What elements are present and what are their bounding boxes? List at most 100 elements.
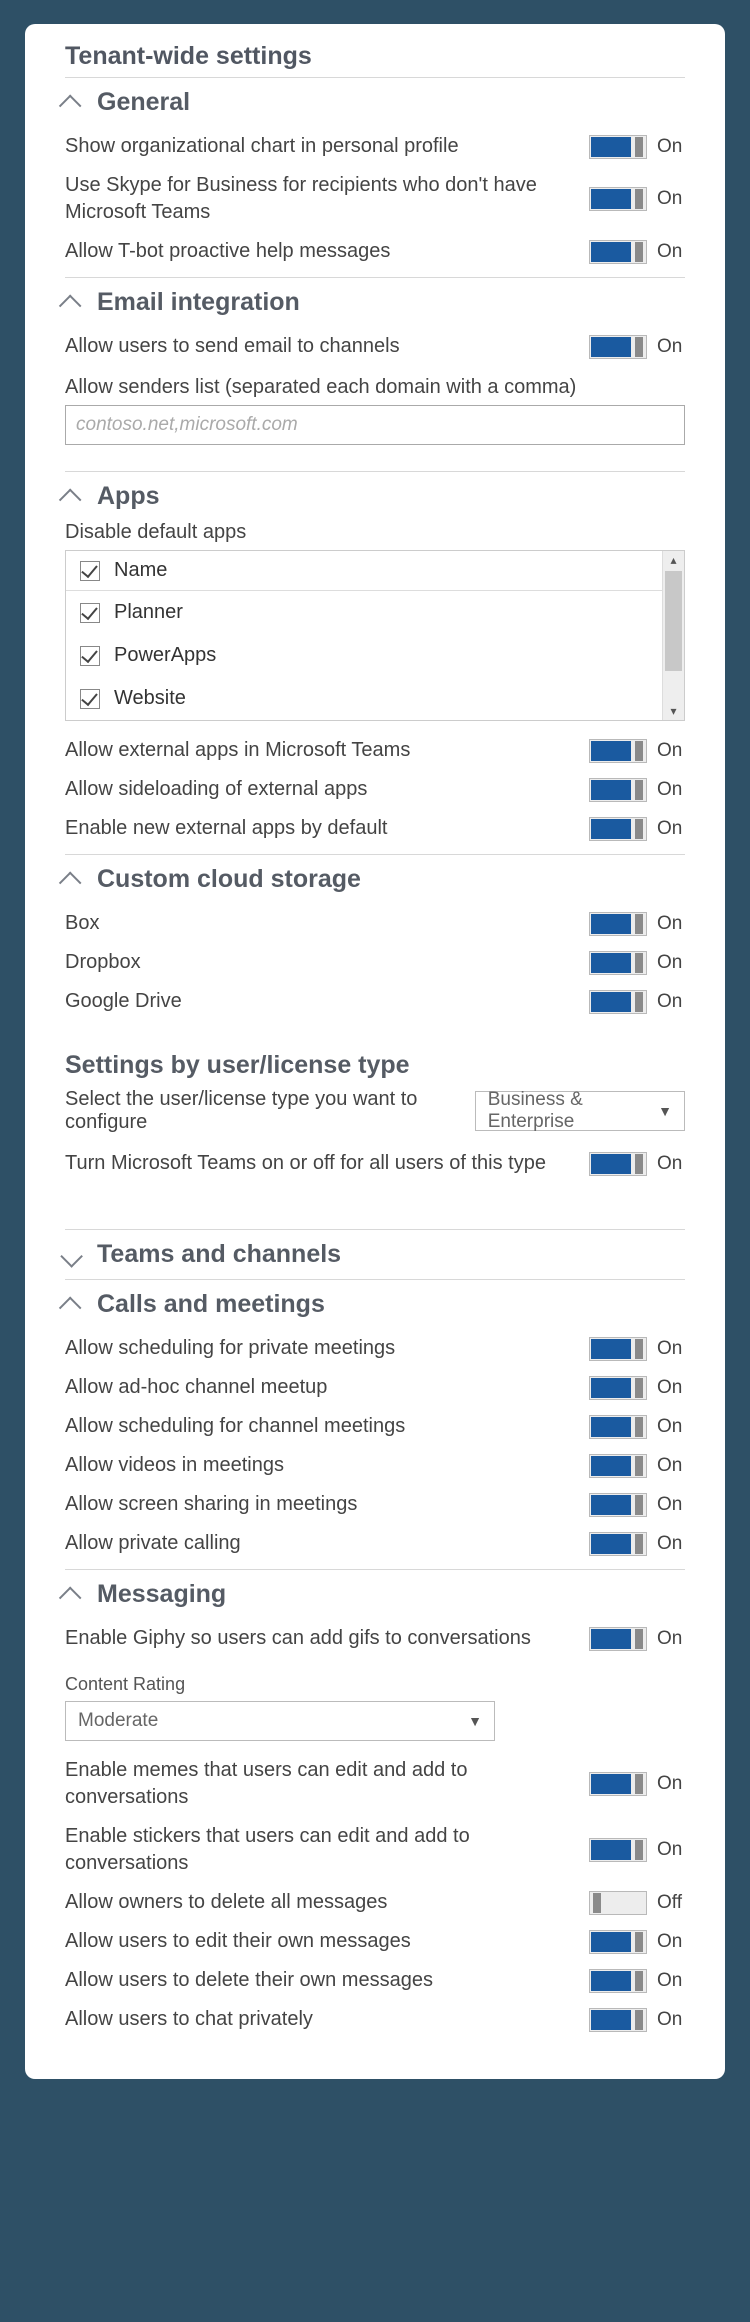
apps-scrollbar[interactable]: ▴ ▾ (662, 551, 684, 720)
setting-label: Enable Giphy so users can add gifs to co… (65, 1625, 569, 1652)
setting-row: Allow users to edit their own messagesOn (65, 1922, 685, 1961)
setting-row: Enable memes that users can edit and add… (65, 1751, 685, 1817)
toggle-state-text: On (657, 1628, 685, 1650)
toggle-group: On (589, 1838, 685, 1862)
section-email-header[interactable]: Email integration (65, 288, 685, 317)
toggle-switch[interactable] (589, 1772, 647, 1796)
toggle-switch[interactable] (589, 1152, 647, 1176)
toggle-group: On (589, 1376, 685, 1400)
section-apps: Apps Disable default apps Name ▴ ▾ Plann… (65, 471, 685, 848)
content-rating-label: Content Rating (65, 1674, 685, 1695)
toggle-switch[interactable] (589, 1493, 647, 1517)
toggle-switch[interactable] (589, 951, 647, 975)
apps-name-header: Name (114, 559, 167, 582)
app-checkbox[interactable] (80, 689, 100, 709)
toggle-state-text: On (657, 336, 685, 358)
toggle-switch[interactable] (589, 990, 647, 1014)
toggle-switch[interactable] (589, 1969, 647, 1993)
section-bytype-body: Turn Microsoft Teams on or off for all u… (65, 1144, 685, 1183)
license-type-select[interactable]: Business & Enterprise ▼ (475, 1091, 685, 1131)
app-checkbox[interactable] (80, 646, 100, 666)
toggle-group: On (589, 1969, 685, 1993)
toggle-state-text: On (657, 1494, 685, 1516)
app-name: Planner (114, 601, 183, 624)
section-storage-header[interactable]: Custom cloud storage (65, 865, 685, 894)
setting-label: Allow ad-hoc channel meetup (65, 1374, 569, 1401)
toggle-switch[interactable] (589, 135, 647, 159)
setting-row: Allow screen sharing in meetingsOn (65, 1485, 685, 1524)
toggle-switch[interactable] (589, 1891, 647, 1915)
section-teams-header[interactable]: Teams and channels (65, 1240, 685, 1269)
toggle-group: Off (589, 1891, 685, 1915)
toggle-switch[interactable] (589, 1838, 647, 1862)
app-name: PowerApps (114, 644, 216, 667)
toggle-switch[interactable] (589, 1376, 647, 1400)
section-teams: Teams and channels (65, 1229, 685, 1269)
content-rating-select[interactable]: Moderate ▼ (65, 1701, 495, 1741)
toggle-group: On (589, 187, 685, 211)
setting-row: BoxOn (65, 904, 685, 943)
section-apps-toggle-body: Allow external apps in Microsoft Teams On… (65, 731, 685, 848)
setting-row: Enable stickers that users can edit and … (65, 1817, 685, 1883)
app-list-row: Planner (66, 591, 684, 634)
setting-label: Allow owners to delete all messages (65, 1889, 569, 1916)
section-general: General Show organizational chart in per… (65, 77, 685, 271)
setting-label: Allow external apps in Microsoft Teams (65, 737, 569, 764)
setting-row: Allow users to chat privatelyOn (65, 2000, 685, 2039)
chevron-up-icon (59, 1296, 82, 1319)
section-email-body: Allow users to send email to channels On (65, 327, 685, 366)
toggle-switch[interactable] (589, 1627, 647, 1651)
section-messaging-body-b: Enable memes that users can edit and add… (65, 1751, 685, 2039)
setting-row: Use Skype for Business for recipients wh… (65, 166, 685, 232)
setting-label: Allow users to send email to channels (65, 333, 569, 360)
toggle-switch[interactable] (589, 1337, 647, 1361)
section-general-body: Show organizational chart in personal pr… (65, 127, 685, 271)
section-storage-heading: Custom cloud storage (97, 865, 361, 894)
chevron-up-icon (59, 488, 82, 511)
toggle-state-text: On (657, 1931, 685, 1953)
toggle-group: On (589, 1493, 685, 1517)
section-messaging-header[interactable]: Messaging (65, 1580, 685, 1609)
toggle-switch[interactable] (589, 2008, 647, 2032)
setting-label: Enable stickers that users can edit and … (65, 1823, 569, 1877)
toggle-switch[interactable] (589, 739, 647, 763)
setting-row: Allow owners to delete all messages Off (65, 1883, 685, 1922)
toggle-switch[interactable] (589, 240, 647, 264)
toggle-switch[interactable] (589, 1454, 647, 1478)
toggle-switch[interactable] (589, 1415, 647, 1439)
toggle-state-text: On (657, 740, 685, 762)
section-calls: Calls and meetings Allow scheduling for … (65, 1279, 685, 1563)
scroll-up-icon[interactable]: ▴ (663, 551, 684, 569)
section-apps-header[interactable]: Apps (65, 482, 685, 511)
app-list-row: Website (66, 677, 684, 720)
select-all-checkbox[interactable] (80, 561, 100, 581)
toggle-switch[interactable] (589, 778, 647, 802)
toggle-switch[interactable] (589, 1930, 647, 1954)
setting-row: Allow private callingOn (65, 1524, 685, 1563)
section-apps-heading: Apps (97, 482, 160, 511)
senders-list-input[interactable] (65, 405, 685, 445)
toggle-switch[interactable] (589, 187, 647, 211)
toggle-group: On (589, 1454, 685, 1478)
toggle-state-text: On (657, 779, 685, 801)
setting-label: Allow T-bot proactive help messages (65, 238, 569, 265)
toggle-switch[interactable] (589, 1532, 647, 1556)
toggle-switch[interactable] (589, 335, 647, 359)
toggle-state-text: On (657, 1338, 685, 1360)
setting-label: Allow users to delete their own messages (65, 1967, 569, 1994)
toggle-group: On (589, 990, 685, 1014)
setting-row: Enable Giphy so users can add gifs to co… (65, 1619, 685, 1658)
setting-label: Google Drive (65, 988, 569, 1015)
section-general-header[interactable]: General (65, 88, 685, 117)
app-checkbox[interactable] (80, 603, 100, 623)
toggle-group: On (589, 335, 685, 359)
app-name: Website (114, 687, 186, 710)
toggle-switch[interactable] (589, 817, 647, 841)
section-messaging-body-a: Enable Giphy so users can add gifs to co… (65, 1619, 685, 1658)
setting-row: Allow sideloading of external appsOn (65, 770, 685, 809)
scroll-thumb[interactable] (665, 571, 682, 671)
section-teams-heading: Teams and channels (97, 1240, 341, 1269)
scroll-down-icon[interactable]: ▾ (663, 702, 684, 720)
section-calls-header[interactable]: Calls and meetings (65, 1290, 685, 1319)
toggle-switch[interactable] (589, 912, 647, 936)
